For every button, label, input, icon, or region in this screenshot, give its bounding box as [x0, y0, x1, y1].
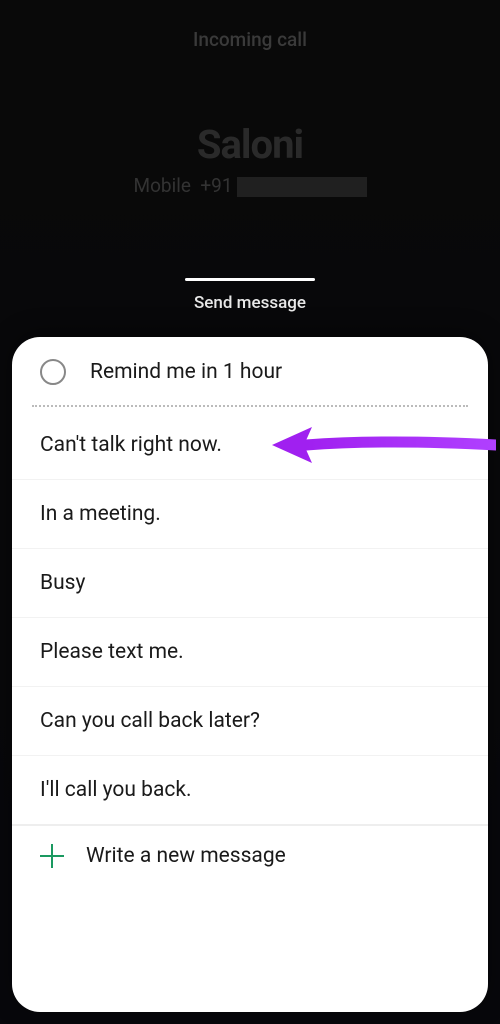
message-sheet: Remind me in 1 hour Can't talk right now…	[12, 337, 488, 1012]
option-label: Can you call back later?	[40, 709, 260, 733]
annotation-arrow-icon	[266, 421, 496, 469]
quick-reply-ill-call-back[interactable]: I'll call you back.	[12, 756, 488, 826]
divider	[32, 405, 468, 407]
quick-reply-text-me[interactable]: Please text me.	[12, 618, 488, 687]
plus-icon	[40, 844, 64, 868]
option-label: Please text me.	[40, 640, 184, 664]
quick-reply-cant-talk[interactable]: Can't talk right now.	[12, 411, 488, 480]
write-new-message[interactable]: Write a new message	[12, 826, 488, 876]
write-label: Write a new message	[86, 844, 286, 868]
option-label: Can't talk right now.	[40, 433, 222, 457]
redacted-number	[237, 177, 367, 197]
number-type: Mobile	[134, 174, 191, 197]
send-message-label: Send message	[0, 293, 500, 313]
quick-reply-call-back-later[interactable]: Can you call back later?	[12, 687, 488, 756]
drag-handle-icon	[185, 278, 315, 281]
option-label: I'll call you back.	[40, 778, 192, 802]
remind-option[interactable]: Remind me in 1 hour	[12, 359, 488, 405]
radio-icon	[40, 359, 66, 385]
caller-number: Mobile +91	[0, 174, 500, 197]
incoming-call-header: Incoming call Saloni Mobile +91	[0, 0, 500, 197]
remind-label: Remind me in 1 hour	[90, 360, 282, 384]
quick-reply-meeting[interactable]: In a meeting.	[12, 480, 488, 549]
option-label: In a meeting.	[40, 502, 161, 526]
send-message-handle[interactable]: Send message	[0, 278, 500, 313]
option-label: Busy	[40, 571, 85, 595]
quick-reply-busy[interactable]: Busy	[12, 549, 488, 618]
number-prefix: +91	[200, 174, 232, 197]
caller-name: Saloni	[0, 121, 500, 168]
incoming-label: Incoming call	[0, 28, 500, 51]
